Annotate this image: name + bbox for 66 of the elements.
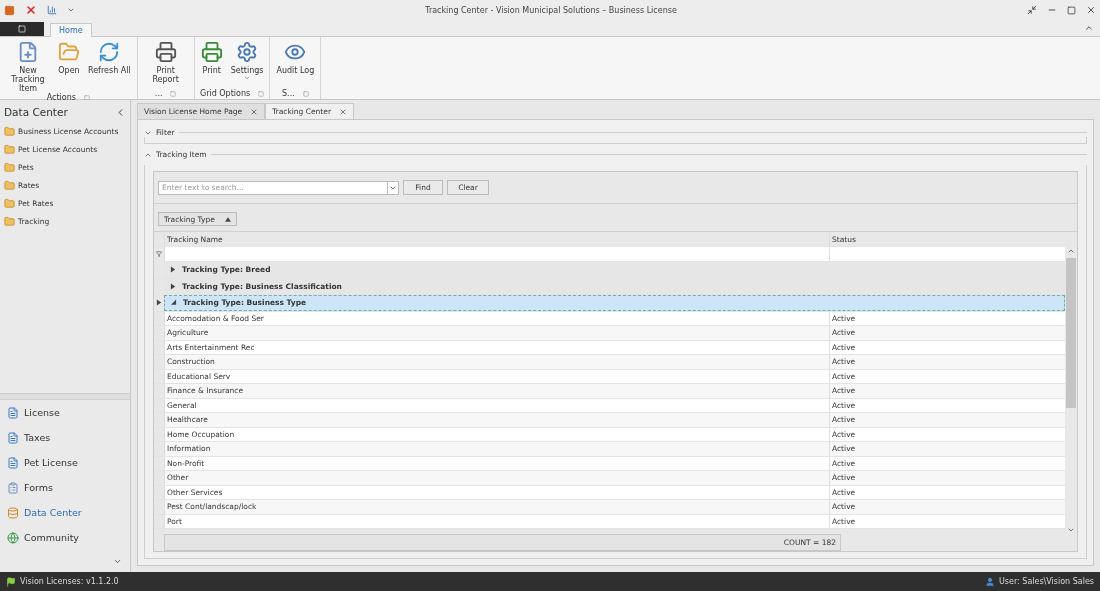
restore-ribbon-icon[interactable]: [1027, 5, 1037, 15]
user-icon: [984, 576, 995, 587]
dropdown-icon[interactable]: [67, 6, 75, 14]
user-label: User: Sales\Vision Sales: [998, 577, 1094, 586]
scroll-down-icon[interactable]: [1067, 526, 1075, 534]
new-file-icon: [17, 41, 39, 63]
close-icon[interactable]: [339, 107, 347, 116]
splitter-handle[interactable]: [0, 393, 130, 400]
group-label: S...: [282, 89, 295, 98]
close-icon[interactable]: [250, 107, 259, 116]
folder-icon: [4, 215, 15, 227]
document-icon: [7, 456, 19, 469]
folder-icon: [4, 125, 15, 137]
app-icon[interactable]: [4, 4, 15, 16]
printer-icon: [200, 41, 223, 63]
chart-icon[interactable]: [47, 5, 57, 15]
window-title: Tracking Center - Vision Municipal Solutions – Business License: [424, 5, 678, 15]
flag-icon: [6, 576, 16, 587]
dialog-launcher-icon[interactable]: [83, 94, 90, 101]
folder-icon: [4, 143, 15, 155]
database-icon: [7, 506, 19, 519]
nav-item[interactable]: License: [24, 407, 60, 418]
ribbon-button[interactable]: Settings: [226, 39, 268, 88]
group-label: Actions: [46, 93, 76, 102]
scrollbar-thumb[interactable]: [1066, 258, 1076, 408]
ribbon-button[interactable]: Print Report: [139, 39, 192, 88]
document-icon: [7, 406, 19, 419]
scroll-up-icon[interactable]: [1067, 247, 1075, 255]
current-row-icon[interactable]: [156, 299, 162, 307]
close-icon[interactable]: [25, 4, 37, 16]
version-label: Vision Licenses: v1.1.2.0: [20, 577, 119, 586]
refresh-icon: [98, 41, 121, 63]
ribbon-button[interactable]: New Tracking Item: [2, 39, 54, 93]
expand-icon[interactable]: [170, 282, 176, 290]
folder-icon: [4, 161, 15, 173]
collapse-icon[interactable]: [171, 299, 177, 307]
nav-item[interactable]: Forms: [24, 482, 53, 493]
ribbon-button[interactable]: Print: [196, 39, 227, 88]
group-label: Grid Options: [199, 89, 251, 98]
expand-icon[interactable]: [170, 266, 176, 274]
document-icon: [7, 431, 19, 444]
folder-icon: [4, 179, 15, 191]
form-icon: [7, 481, 19, 494]
folder-icon: [4, 197, 15, 209]
panel-icon: [18, 25, 26, 33]
nav-item[interactable]: Taxes: [24, 432, 51, 443]
ribbon-button[interactable]: Audit Log: [272, 39, 319, 88]
sort-icon[interactable]: [224, 215, 231, 223]
maximize-icon[interactable]: [1067, 5, 1076, 15]
folder-icon: [58, 41, 80, 63]
close-icon[interactable]: [1086, 5, 1096, 15]
nav-item[interactable]: Data Center: [24, 507, 82, 518]
group-label: ...: [154, 89, 163, 98]
printer-icon: [154, 41, 177, 63]
panel-title: Data Center: [4, 106, 68, 118]
collapse-ribbon-icon[interactable]: [1084, 23, 1094, 33]
nav-item[interactable]: Pet License: [24, 457, 78, 468]
ribbon-button[interactable]: Open: [54, 39, 84, 93]
filter-icon[interactable]: [156, 251, 162, 257]
file-menu-button[interactable]: [0, 22, 44, 36]
nav-item[interactable]: Community: [24, 532, 79, 543]
ribbon-tab[interactable]: Home: [50, 23, 92, 37]
settings-icon: [236, 41, 259, 63]
dropdown-button[interactable]: [388, 180, 399, 195]
globe-icon: [7, 531, 19, 544]
ribbon-button[interactable]: Refresh All: [84, 39, 135, 93]
